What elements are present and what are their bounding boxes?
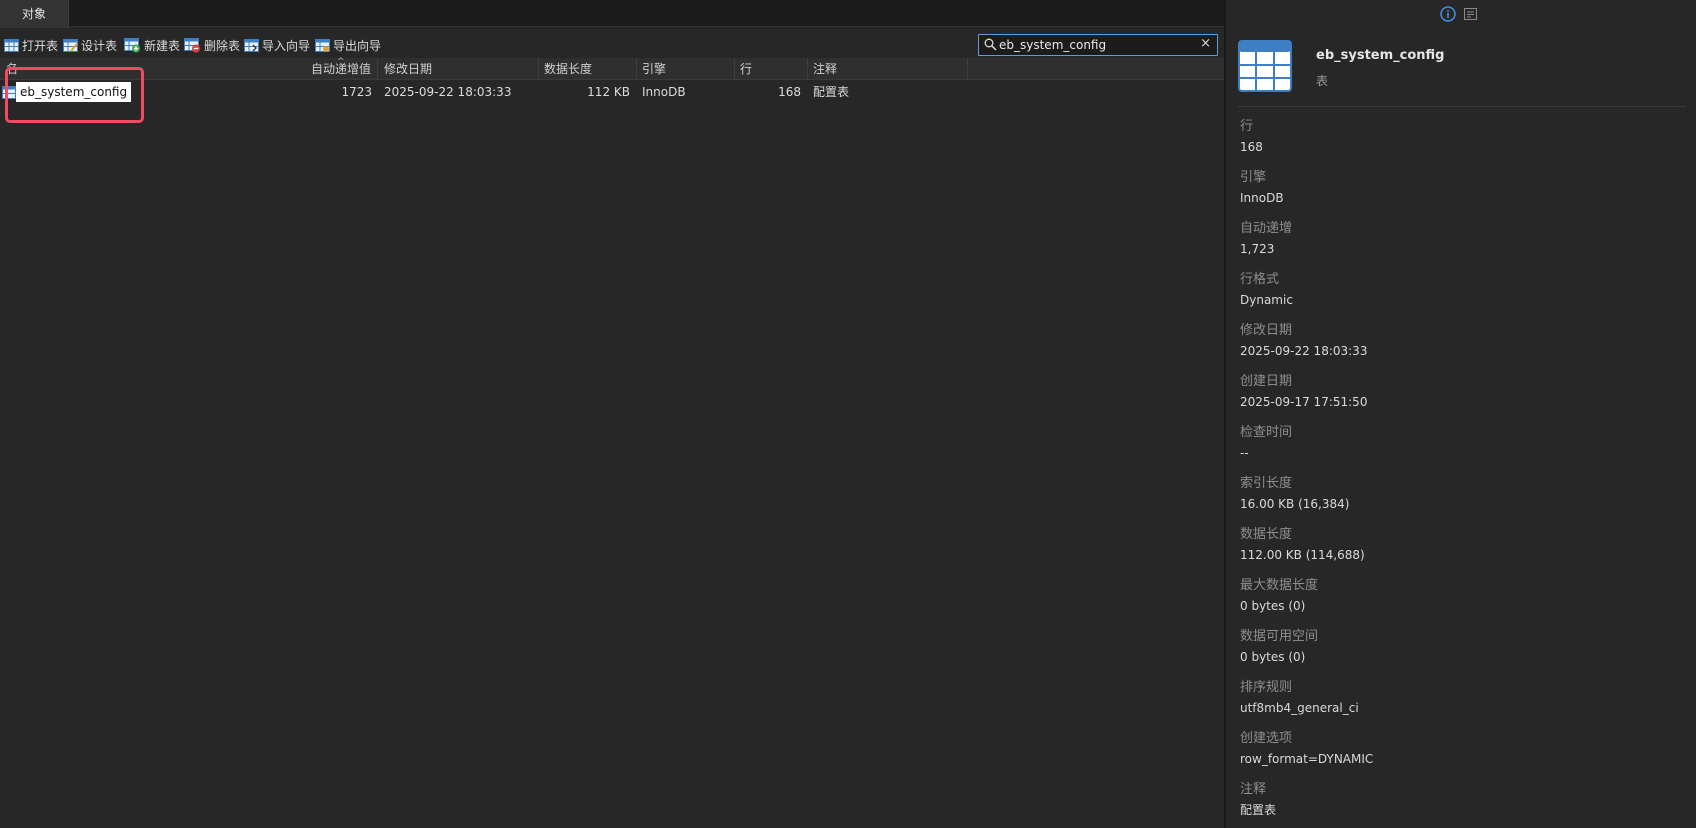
new-table-label: 新建表 xyxy=(144,38,181,53)
table-large-icon xyxy=(1238,40,1292,92)
prop-value: 0 bytes (0) xyxy=(1240,650,1306,664)
column-header-engine[interactable]: 引擎 xyxy=(642,58,666,80)
prop-value: 0 bytes (0) xyxy=(1240,599,1306,613)
prop-value: 2025-09-22 18:03:33 xyxy=(1240,344,1368,358)
info-title: eb_system_config xyxy=(1316,48,1445,63)
prop-label: 索引长度 xyxy=(1240,476,1293,491)
prop-value: 2025-09-17 17:51:50 xyxy=(1240,395,1368,409)
prop-label: 引擎 xyxy=(1240,170,1267,185)
design-table-icon xyxy=(63,38,78,52)
info-icon[interactable] xyxy=(1440,6,1456,22)
prop-max-data-length: 最大数据长度 0 bytes (0) xyxy=(1240,577,1680,615)
cell-modified: 2025-09-22 18:03:33 xyxy=(384,85,512,99)
cell-rows: 168 xyxy=(778,85,801,99)
open-table-label: 打开表 xyxy=(22,38,59,53)
column-divider[interactable] xyxy=(377,58,378,80)
prop-engine: 引擎 InnoDB xyxy=(1240,169,1680,207)
prop-value: 168 xyxy=(1240,140,1263,154)
prop-label: 创建选项 xyxy=(1240,731,1293,746)
prop-created: 创建日期 2025-09-17 17:51:50 xyxy=(1240,373,1680,411)
table-header: 名 ^ 自动递增值 修改日期 数据长度 引擎 行 注释 xyxy=(0,57,1224,80)
search-icon xyxy=(984,38,997,51)
import-icon xyxy=(244,38,259,52)
highlight-annotation xyxy=(5,67,144,123)
prop-value: Dynamic xyxy=(1240,293,1293,307)
prop-value: InnoDB xyxy=(1240,191,1284,205)
column-divider[interactable] xyxy=(538,58,539,80)
table-row[interactable]: eb_system_config 1723 2025-09-22 18:03:3… xyxy=(0,80,1224,104)
open-table-button[interactable]: 打开表 xyxy=(4,35,58,55)
cell-auto-increment: 1723 xyxy=(341,85,372,99)
prop-data-length: 数据长度 112.00 KB (114,688) xyxy=(1240,526,1680,564)
tab-bar: 对象 xyxy=(0,0,1224,28)
import-wizard-button[interactable]: 导入向导 xyxy=(244,35,310,55)
prop-value: 1,723 xyxy=(1240,242,1275,256)
column-header-comment[interactable]: 注释 xyxy=(813,58,837,80)
new-table-icon xyxy=(124,37,140,52)
import-wizard-label: 导入向导 xyxy=(262,38,311,53)
design-table-label: 设计表 xyxy=(81,38,118,53)
prop-index-length: 索引长度 16.00 KB (16,384) xyxy=(1240,475,1680,513)
prop-value: 配置表 xyxy=(1240,803,1277,817)
app-window: 对象 打开表 设计表 新建表 删除表 导入向导 导出向导 eb_system_c… xyxy=(0,0,1696,828)
prop-value: row_format=DYNAMIC xyxy=(1240,752,1374,766)
info-header: eb_system_config 表 xyxy=(1238,40,1678,100)
cell-data-length: 112 KB xyxy=(587,85,630,99)
export-wizard-button[interactable]: 导出向导 xyxy=(315,35,381,55)
column-header-rows[interactable]: 行 xyxy=(740,58,752,80)
info-pane: eb_system_config 表 行 168 引擎 InnoDB 自动递增 … xyxy=(1226,0,1696,828)
delete-table-icon xyxy=(184,37,200,52)
prop-label: 数据长度 xyxy=(1240,527,1293,542)
prop-label: 自动递增 xyxy=(1240,221,1293,236)
prop-label: 行格式 xyxy=(1240,272,1280,287)
info-subtitle: 表 xyxy=(1316,74,1329,88)
prop-label: 检查时间 xyxy=(1240,425,1293,440)
column-divider[interactable] xyxy=(734,58,735,80)
column-divider[interactable] xyxy=(636,58,637,80)
prop-modified: 修改日期 2025-09-22 18:03:33 xyxy=(1240,322,1680,360)
prop-collation: 排序规则 utf8mb4_general_ci xyxy=(1240,679,1680,717)
table-icon xyxy=(4,38,19,52)
export-icon xyxy=(315,38,330,52)
objects-pane: 对象 打开表 设计表 新建表 删除表 导入向导 导出向导 eb_system_c… xyxy=(0,0,1224,828)
column-divider[interactable] xyxy=(807,58,808,80)
prop-rows: 行 168 xyxy=(1240,118,1680,156)
prop-create-options: 创建选项 row_format=DYNAMIC xyxy=(1240,730,1680,768)
prop-label: 排序规则 xyxy=(1240,680,1293,695)
prop-label: 修改日期 xyxy=(1240,323,1293,338)
prop-row-format: 行格式 Dynamic xyxy=(1240,271,1680,309)
column-divider[interactable] xyxy=(967,58,968,80)
cell-comment: 配置表 xyxy=(813,85,850,99)
search-clear-button[interactable]: × xyxy=(1200,36,1211,51)
table-body: eb_system_config 1723 2025-09-22 18:03:3… xyxy=(0,80,1224,104)
delete-table-label: 删除表 xyxy=(204,38,241,53)
prop-value: utf8mb4_general_ci xyxy=(1240,701,1359,715)
prop-label: 行 xyxy=(1240,119,1254,134)
tab-objects[interactable]: 对象 xyxy=(0,0,69,28)
delete-table-button[interactable]: 删除表 xyxy=(184,35,240,55)
prop-label: 创建日期 xyxy=(1240,374,1293,389)
prop-label: 数据可用空间 xyxy=(1240,629,1319,644)
export-wizard-label: 导出向导 xyxy=(333,38,382,53)
new-table-button[interactable]: 新建表 xyxy=(124,35,180,55)
search-box[interactable]: × xyxy=(978,34,1218,56)
column-header-auto-increment[interactable]: 自动递增值 xyxy=(311,58,371,80)
column-header-modified[interactable]: 修改日期 xyxy=(384,58,432,80)
prop-comment: 注释 配置表 xyxy=(1240,781,1680,819)
prop-value: 16.00 KB (16,384) xyxy=(1240,497,1350,511)
column-header-data-length[interactable]: 数据长度 xyxy=(544,58,592,80)
prop-value: -- xyxy=(1240,446,1249,460)
cell-engine: InnoDB xyxy=(642,85,686,99)
prop-auto-increment: 自动递增 1,723 xyxy=(1240,220,1680,258)
design-table-button[interactable]: 设计表 xyxy=(63,35,117,55)
prop-data-free: 数据可用空间 0 bytes (0) xyxy=(1240,628,1680,666)
prop-value: 112.00 KB (114,688) xyxy=(1240,548,1365,562)
search-input[interactable] xyxy=(999,35,1195,55)
prop-check-time: 检查时间 -- xyxy=(1240,424,1680,462)
prop-label: 最大数据长度 xyxy=(1240,578,1319,593)
info-divider xyxy=(1238,106,1686,107)
ddl-icon[interactable] xyxy=(1464,8,1477,20)
prop-label: 注释 xyxy=(1240,782,1267,797)
